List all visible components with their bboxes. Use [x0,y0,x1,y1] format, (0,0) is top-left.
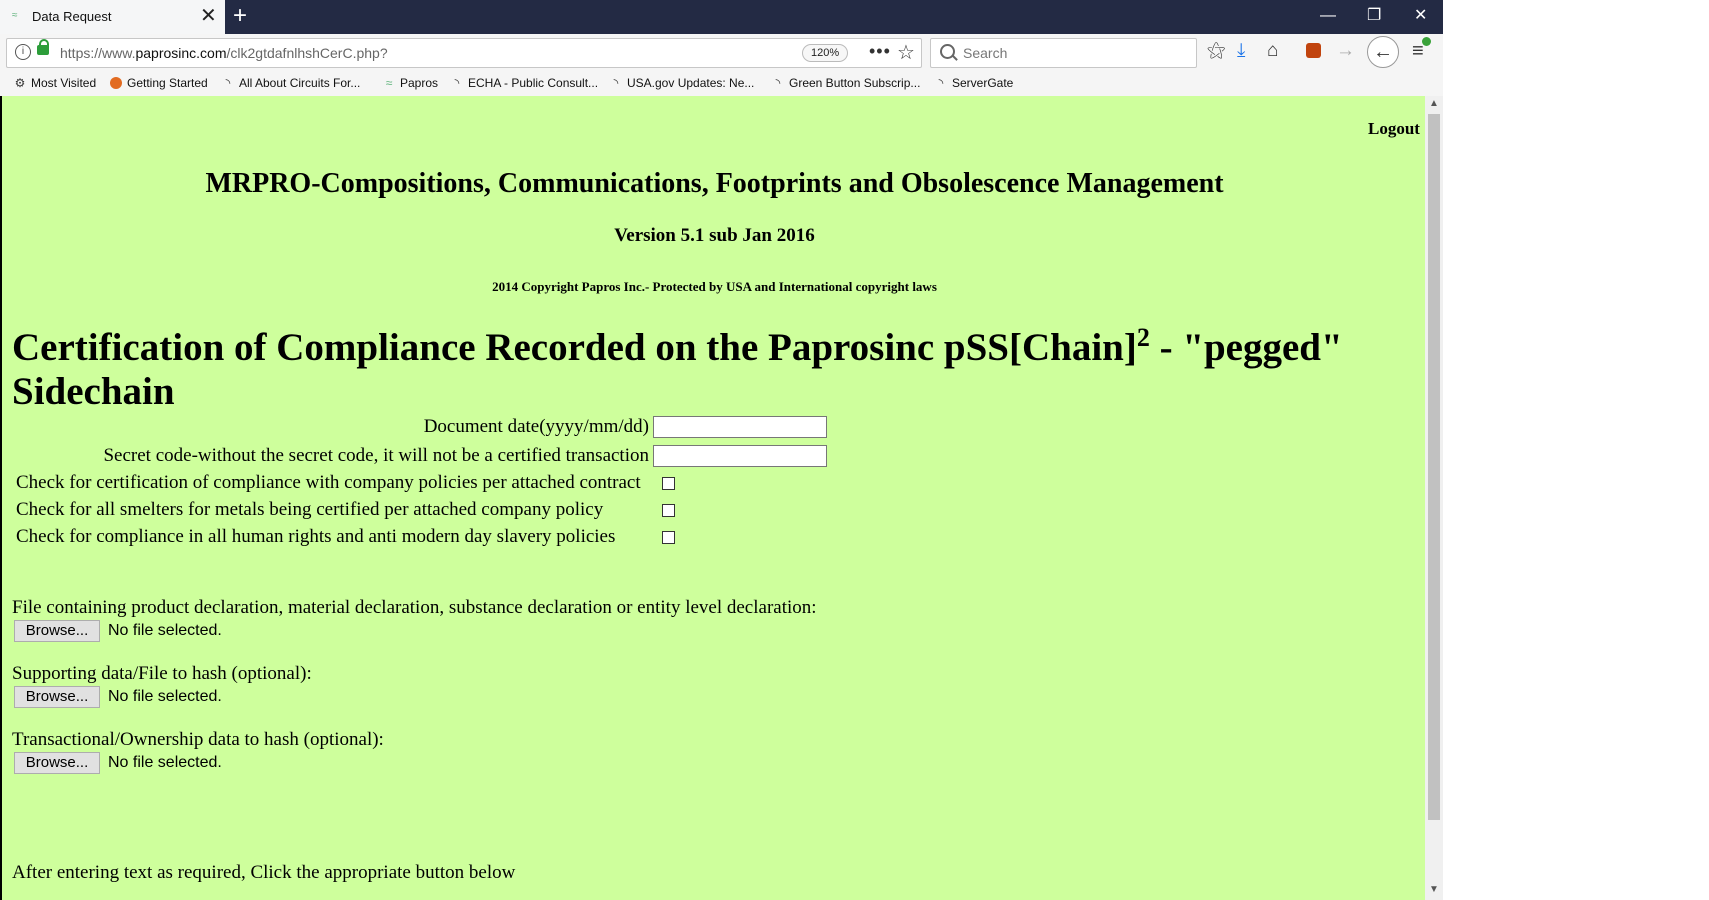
supporting-browse-button[interactable]: Browse... [14,686,100,708]
copyright-text: 2014 Copyright Papros Inc.- Protected by… [492,279,937,294]
logout-link[interactable]: Logout [1368,119,1420,139]
document-date-label: Document date(yyyy/mm/dd) [423,416,649,437]
transactional-browse-button[interactable]: Browse... [14,752,100,774]
bookmark-usa-gov[interactable]: ◝ USA.gov Updates: Ne... [609,76,755,90]
page-actions-more-icon[interactable]: ••• [869,41,891,62]
app-title: MRPRO-Compositions, Communications, Foot… [205,168,1224,199]
download-icon[interactable]: ⤓ [1237,40,1245,62]
scroll-up-icon[interactable]: ▲ [1429,98,1439,109]
smelters-label: Check for all smelters for metals being … [16,499,604,520]
back-button[interactable]: ← [1367,36,1399,68]
papros-favicon-icon: ≈ [12,10,18,21]
forward-icon[interactable]: → [1336,40,1355,62]
tab-strip: ≈ Data Request ✕ + — ❐ ✕ [0,0,1443,34]
search-icon [940,44,955,59]
page-content: Logout MRPRO-Compositions, Communication… [0,96,1425,900]
page-title: Certification of Compliance Recorded on … [12,323,1343,414]
tab-close-icon[interactable]: ✕ [200,5,217,27]
vertical-scrollbar[interactable]: ▲ ▼ [1425,96,1443,900]
minimize-icon[interactable]: — [1320,6,1336,26]
lock-icon[interactable] [37,39,49,55]
declaration-file-label: File containing product declaration, mat… [12,597,817,618]
rss-icon: ◝ [938,76,944,90]
bookmark-star-icon[interactable]: ☆ [897,40,915,65]
secret-code-input[interactable] [653,445,827,467]
declaration-browse-button[interactable]: Browse... [14,620,100,642]
smelters-checkbox[interactable] [662,504,675,517]
declaration-file-status: No file selected. [108,622,222,639]
rss-icon: ◝ [454,76,460,90]
tab-title: Data Request [32,9,112,24]
bookmark-most-visited[interactable]: ⚙ Most Visited [13,76,97,90]
library-icon[interactable]: ⚝ [1207,40,1225,62]
extension-icon[interactable] [1306,43,1321,58]
bookmarks-toolbar: ⚙ Most Visited Getting Started ◝ All About… [0,72,1443,97]
contract-compliance-checkbox[interactable] [662,477,675,490]
rss-icon: ◝ [775,76,781,90]
transactional-file-label: Transactional/Ownership data to hash (op… [12,729,384,750]
firefox-icon [110,77,122,89]
hamburger-menu-icon[interactable]: ≡ [1412,37,1431,61]
navigation-bar: i https://www.paprosinc.com/clk2gtdafnlh… [0,34,1443,72]
scrollbar-thumb[interactable] [1428,114,1440,820]
zoom-level-badge[interactable]: 120% [802,44,849,62]
rss-icon: ◝ [225,76,231,90]
rss-icon: ◝ [613,76,619,90]
human-rights-label: Check for compliance in all human rights… [16,526,616,547]
bookmark-servergate[interactable]: ◝ ServerGate [934,76,1014,90]
gear-icon: ⚙ [14,76,26,90]
bookmark-papros[interactable]: ≈ Papros [382,76,438,90]
search-box[interactable]: Search [930,38,1197,68]
papros-icon: ≈ [385,76,393,90]
browser-window: ≈ Data Request ✕ + — ❐ ✕ i https://www.p… [0,0,1443,900]
human-rights-checkbox[interactable] [662,531,675,544]
bookmark-green-button[interactable]: ◝ Green Button Subscrip... [771,76,921,90]
document-date-input[interactable] [653,416,827,438]
bookmark-getting-started[interactable]: Getting Started [110,76,208,90]
update-badge-icon [1422,37,1431,46]
search-placeholder: Search [963,45,1008,61]
instructions-text: After entering text as required, Click t… [12,862,516,883]
home-icon[interactable]: ⌂ [1267,40,1278,62]
bookmark-echa[interactable]: ◝ ECHA - Public Consult... [450,76,598,90]
restore-icon[interactable]: ❐ [1367,6,1381,26]
bookmark-all-about-circuits[interactable]: ◝ All About Circuits For... [221,76,361,90]
scroll-down-icon[interactable]: ▼ [1429,884,1439,895]
secret-code-label: Secret code-without the secret code, it … [103,445,649,466]
supporting-file-label: Supporting data/File to hash (optional): [12,663,312,684]
transactional-file-status: No file selected. [108,754,222,771]
window-close-icon[interactable]: ✕ [1414,6,1427,26]
supporting-file-status: No file selected. [108,688,222,705]
new-tab-button[interactable]: + [233,3,247,29]
contract-compliance-label: Check for certification of compliance wi… [16,472,641,493]
info-icon[interactable]: i [15,44,31,60]
version-text: Version 5.1 sub Jan 2016 [614,225,815,246]
url-text[interactable]: https://www.paprosinc.com/clk2gtdafnlhsh… [60,45,388,61]
tab-data-request[interactable]: ≈ Data Request ✕ [0,0,225,34]
address-bar[interactable]: i https://www.paprosinc.com/clk2gtdafnlh… [6,38,922,68]
